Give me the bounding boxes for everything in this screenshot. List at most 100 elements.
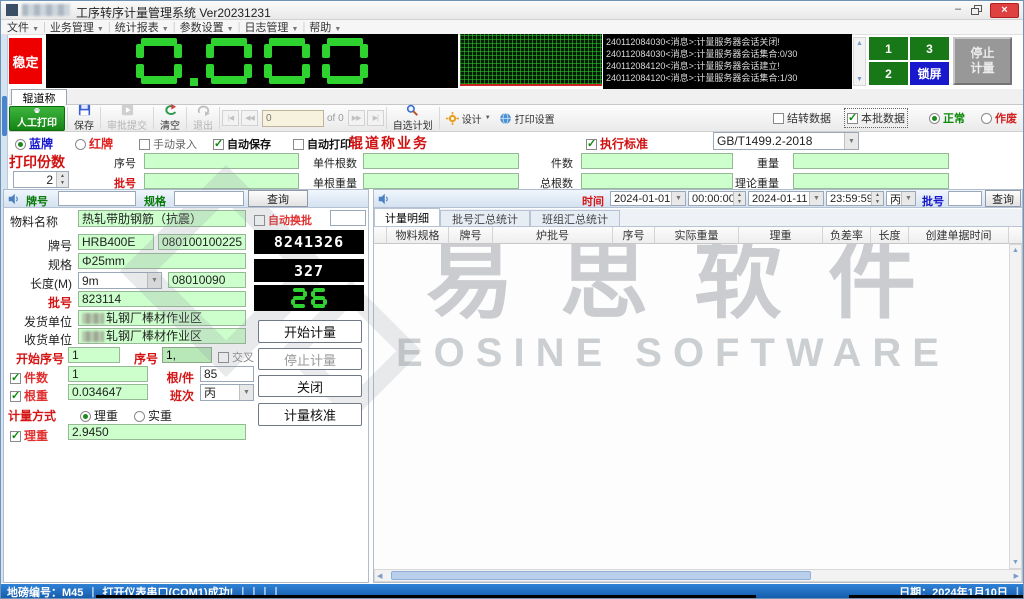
stepper-arrows[interactable]: ▲▼ xyxy=(733,192,745,205)
log-scrollbar[interactable]: ▲ ▼ xyxy=(853,37,866,86)
weight-field-input[interactable] xyxy=(793,153,949,169)
measure-verify-button[interactable]: 计量核准 xyxy=(258,403,362,426)
pieces-field-input[interactable] xyxy=(581,153,733,169)
actual-method-radio[interactable]: 实重 xyxy=(134,407,172,424)
theory-method-radio[interactable]: 理重 xyxy=(80,407,118,424)
normal-radio[interactable]: 正常 xyxy=(929,110,965,126)
theory-weight-input[interactable] xyxy=(793,173,949,189)
stepper-arrows[interactable]: ▲▼ xyxy=(871,192,883,205)
menu-file[interactable]: 文件 ▼ xyxy=(7,19,39,35)
col-actual-weight[interactable]: 实际重量 xyxy=(655,227,739,244)
col-theory-weight[interactable]: 理重 xyxy=(739,227,823,244)
standard-checkbox[interactable]: 执行标准 xyxy=(586,135,648,152)
carry-data-checkbox[interactable]: 结转数据 xyxy=(773,110,831,126)
select-plan-button[interactable]: 自选计划 xyxy=(389,103,437,133)
close-panel-button[interactable]: 关闭 xyxy=(258,375,362,397)
save-button[interactable]: 保存 xyxy=(70,103,98,133)
rod-weight-input[interactable] xyxy=(68,384,148,400)
length-code-input[interactable] xyxy=(168,272,246,288)
theory-weight-checkbox[interactable]: 理重 xyxy=(10,427,48,444)
nav-last-button[interactable]: ▶| xyxy=(367,110,384,126)
start-measure-button[interactable]: 开始计量 xyxy=(258,320,362,343)
nav-prev-button[interactable]: ◀◀ xyxy=(241,110,258,126)
pieces-input[interactable] xyxy=(68,366,148,382)
auto-print-checkbox[interactable]: 自动打印 xyxy=(293,136,351,152)
dock-edge-handle[interactable] xyxy=(2,96,7,136)
spec-input[interactable] xyxy=(78,253,246,269)
per-piece-input[interactable] xyxy=(363,153,519,169)
hscroll-thumb[interactable] xyxy=(391,571,811,580)
auto-batch-checkbox[interactable]: 自动换批 xyxy=(254,212,312,228)
restore-button[interactable] xyxy=(969,5,987,18)
channel-2-button[interactable]: 2 xyxy=(869,62,908,85)
menu-help[interactable]: 帮助 ▼ xyxy=(309,19,341,35)
stop-measure-button[interactable]: 停止计量 xyxy=(258,348,362,370)
batch-data-checkbox[interactable]: 本批数据 xyxy=(845,109,907,127)
col-length[interactable]: 长度 xyxy=(871,227,909,244)
auto-save-checkbox[interactable]: 自动保存 xyxy=(213,136,271,152)
void-radio[interactable]: 作废 xyxy=(981,110,1017,126)
seq-input[interactable] xyxy=(162,347,212,363)
scroll-left-icon[interactable]: ◀ xyxy=(377,571,382,582)
col-create-time[interactable]: 创建单据时间 xyxy=(909,227,1009,244)
col-material-spec[interactable]: 物料规格 xyxy=(387,227,449,244)
blue-tag-radio[interactable]: 蓝牌 xyxy=(15,135,53,152)
scroll-up-icon[interactable]: ▲ xyxy=(1010,245,1021,256)
col-furnace-batch[interactable]: 炉批号 xyxy=(493,227,613,244)
nav-next-button[interactable]: ▶▶ xyxy=(348,110,365,126)
per-rod-input[interactable] xyxy=(363,173,519,189)
print-copies-stepper[interactable]: 2 ▲▼ xyxy=(13,171,69,188)
standard-select[interactable]: GB/T1499.2-2018 ▼ xyxy=(713,132,859,150)
grade-code-input[interactable] xyxy=(158,234,246,250)
ship-from-input[interactable]: 轧钢厂棒材作业区 xyxy=(78,310,246,326)
total-rods-input[interactable] xyxy=(581,173,733,189)
red-tag-radio[interactable]: 红牌 xyxy=(75,135,113,152)
scroll-down-icon[interactable]: ▼ xyxy=(854,74,865,85)
spec-header-input[interactable] xyxy=(174,191,244,206)
seq-field-input[interactable] xyxy=(144,153,299,169)
time-from-stepper[interactable]: 00:00:00▲▼ xyxy=(688,191,746,206)
col-seq[interactable]: 序号 xyxy=(613,227,655,244)
tab-measure-detail[interactable]: 计量明细 xyxy=(374,208,440,226)
menu-logs[interactable]: 日志管理 ▼ xyxy=(244,19,298,35)
pieces-checkbox[interactable]: 件数 xyxy=(10,369,48,386)
channel-1-button[interactable]: 1 xyxy=(869,37,908,60)
manual-print-button[interactable]: 人工打印 xyxy=(9,106,65,131)
start-seq-input[interactable] xyxy=(68,347,120,363)
batch-field-input[interactable] xyxy=(144,173,299,189)
stepper-arrows[interactable]: ▲▼ xyxy=(56,172,68,187)
design-button[interactable]: 设计 ▼ xyxy=(442,110,495,127)
col-grade[interactable]: 牌号 xyxy=(449,227,493,244)
left-query-button[interactable]: 查询 xyxy=(248,190,308,207)
date-to-select[interactable]: 2024-01-11▼ xyxy=(748,191,824,206)
clear-button[interactable]: 清空 xyxy=(156,103,184,133)
tab-team-summary[interactable]: 班组汇总统计 xyxy=(530,210,620,226)
close-button[interactable]: × xyxy=(990,3,1019,18)
auto-batch-input[interactable] xyxy=(330,210,366,226)
rods-per-input[interactable] xyxy=(200,366,254,382)
tab-batch-summary[interactable]: 批号汇总统计 xyxy=(440,210,530,226)
table-vscrollbar[interactable]: ▲ ▼ xyxy=(1009,244,1022,569)
shift-select[interactable]: 丙 ▼ xyxy=(200,384,254,401)
lock-screen-button[interactable]: 锁屏 xyxy=(910,62,949,85)
left-batch-input[interactable] xyxy=(78,291,246,307)
stop-measure-top-button[interactable]: 停止 计量 xyxy=(953,37,1012,85)
print-setup-button[interactable]: 打印设置 xyxy=(495,110,559,127)
left-theory-input[interactable] xyxy=(68,424,246,440)
scroll-right-icon[interactable]: ▶ xyxy=(1014,571,1019,582)
length-select[interactable]: 9m ▼ xyxy=(78,272,162,289)
scroll-down-icon[interactable]: ▼ xyxy=(1010,557,1021,568)
tab-roller-scale[interactable]: 辊道称 xyxy=(11,89,67,105)
manual-entry-checkbox[interactable]: 手动录入 xyxy=(139,136,197,152)
shift-filter-select[interactable]: 丙▼ xyxy=(886,191,916,206)
table-body[interactable] xyxy=(374,244,1009,569)
menu-business[interactable]: 业务管理 ▼ xyxy=(50,19,104,35)
col-neg-diff[interactable]: 负差率 xyxy=(823,227,871,244)
batch-filter-input[interactable] xyxy=(948,191,982,206)
time-to-stepper[interactable]: 23:59:59▲▼ xyxy=(826,191,884,206)
date-from-select[interactable]: 2024-01-01▼ xyxy=(610,191,686,206)
right-query-button[interactable]: 查询 xyxy=(985,190,1021,207)
nav-first-button[interactable]: |◀ xyxy=(222,110,239,126)
receive-input[interactable]: 轧钢厂棒材作业区 xyxy=(78,328,246,344)
table-hscrollbar[interactable]: ◀ ▶ xyxy=(374,569,1022,582)
